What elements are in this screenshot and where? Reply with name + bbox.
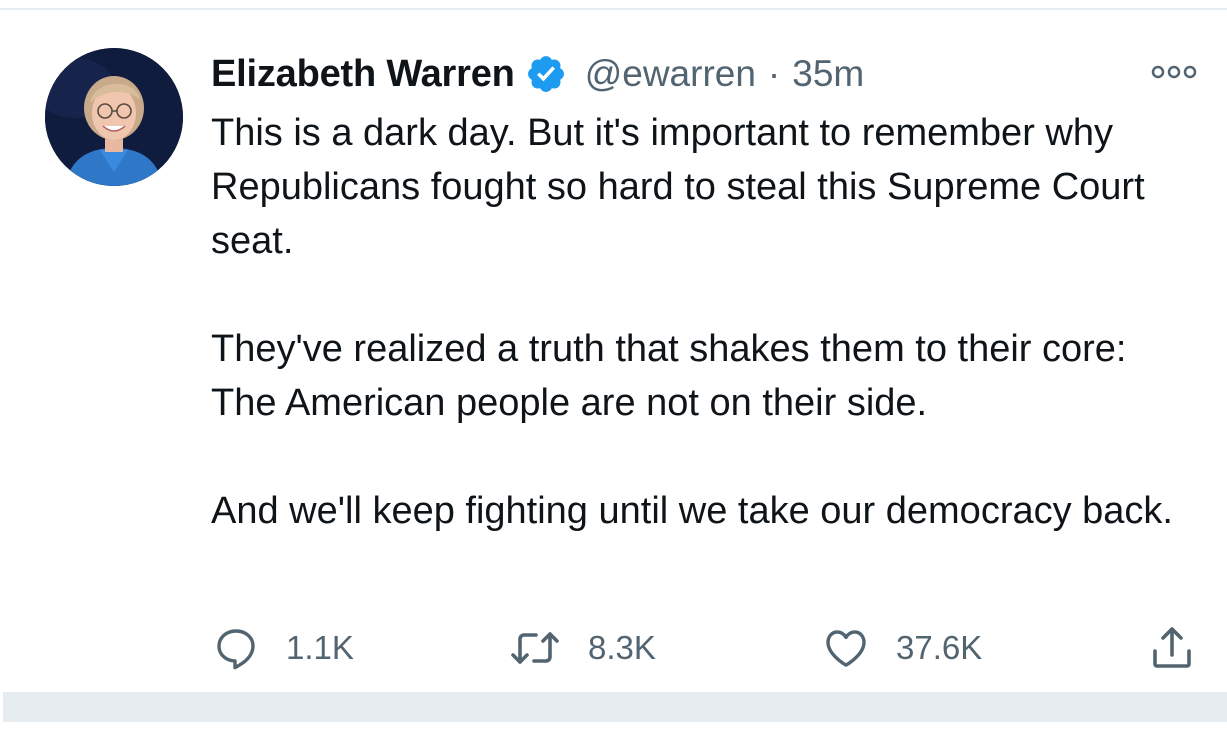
tweet-actions: 1.1K 8.3K 37.6K bbox=[210, 622, 1200, 674]
retweet-count: 8.3K bbox=[588, 629, 656, 666]
tweet-paragraph: They've realized a truth that shakes the… bbox=[211, 328, 1127, 424]
retweet-button[interactable]: 8.3K bbox=[508, 622, 656, 674]
display-name[interactable]: Elizabeth Warren bbox=[211, 53, 515, 96]
reply-button[interactable]: 1.1K bbox=[212, 622, 354, 674]
retweet-icon bbox=[508, 624, 562, 672]
like-count: 37.6K bbox=[896, 629, 983, 666]
bottom-divider bbox=[3, 692, 1227, 722]
tweet-paragraph: And we'll keep fighting until we take ou… bbox=[211, 490, 1173, 532]
share-icon bbox=[1148, 623, 1196, 673]
tweet-header: Elizabeth Warren @ewarren · 35m bbox=[211, 44, 864, 104]
tweet-text: This is a dark day. But it's important t… bbox=[211, 106, 1201, 538]
verified-badge-icon bbox=[525, 53, 567, 95]
more-options-icon[interactable] bbox=[1151, 62, 1197, 82]
share-button[interactable] bbox=[1148, 622, 1196, 674]
avatar[interactable] bbox=[45, 48, 183, 186]
timestamp[interactable]: 35m bbox=[792, 53, 864, 95]
tweet-card[interactable]: Elizabeth Warren @ewarren · 35m This is … bbox=[0, 10, 1227, 690]
avatar-photo bbox=[45, 48, 183, 186]
like-button[interactable]: 37.6K bbox=[822, 622, 982, 674]
header-separator: · bbox=[767, 53, 781, 94]
reply-count: 1.1K bbox=[286, 629, 354, 666]
tweet-paragraph: This is a dark day. But it's important t… bbox=[211, 112, 1145, 262]
reply-icon bbox=[212, 624, 260, 672]
heart-icon bbox=[822, 624, 870, 672]
handle[interactable]: @ewarren bbox=[585, 53, 756, 95]
